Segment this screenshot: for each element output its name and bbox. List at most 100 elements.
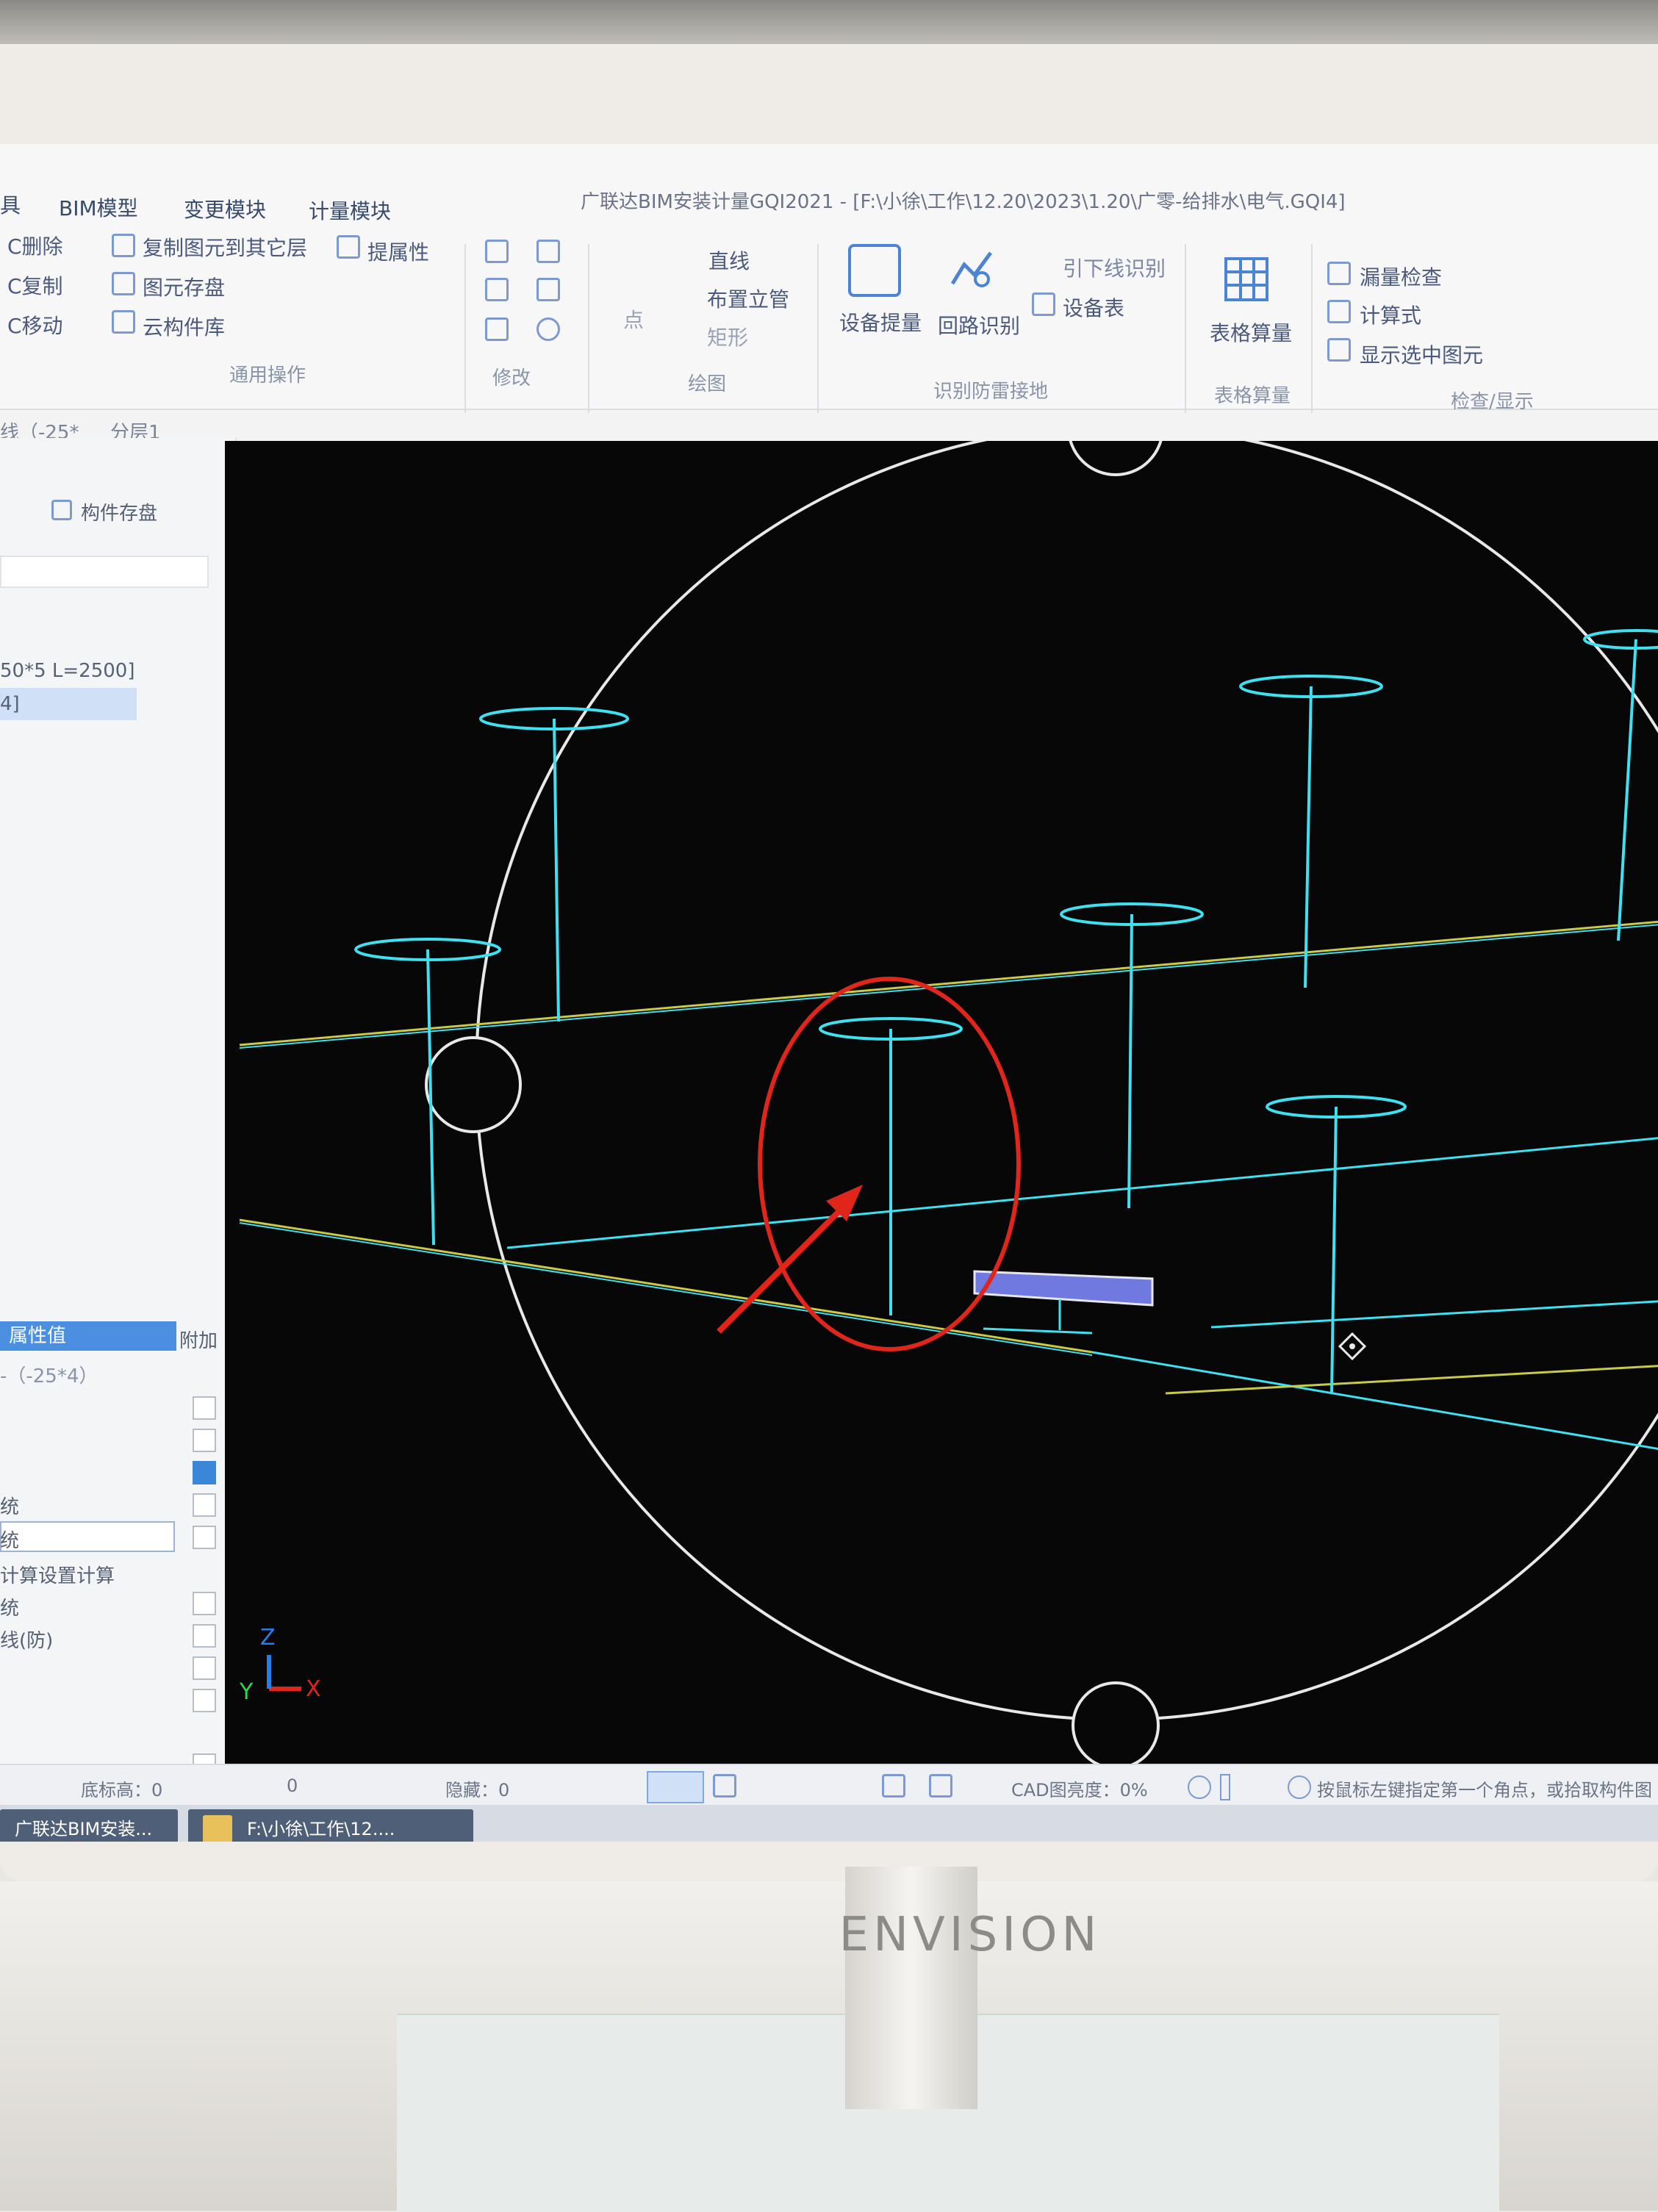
list-item[interactable]: 50*5 L=2500] [0,660,134,682]
zero-readout: 0 [287,1775,298,1796]
axis-y-label: Y [239,1679,254,1705]
element-save-button[interactable]: 图元存盘 [143,272,225,301]
cad-brightness: CAD图亮度：0% [1011,1780,1148,1800]
formula-button[interactable]: 计算式 [1360,300,1421,329]
orbit-circle [475,425,1658,1721]
tab-attribute-value[interactable]: 属性值 [0,1321,176,1351]
draw-line-button[interactable]: 直线 [708,245,750,275]
menu-measure-module[interactable]: 计量模块 [309,195,391,225]
circuit-identify-icon [950,247,997,294]
attr-row: 统 [0,1496,20,1518]
wire-line [239,1218,1093,1354]
tab-attribute-extra[interactable]: 附加 [179,1326,218,1353]
cloud-library-button[interactable]: 云构件库 [143,312,225,341]
lock-icon[interactable] [536,240,560,263]
move-cursor-icon [1338,1332,1367,1361]
extract-attr-button[interactable]: 提属性 [367,237,429,266]
copy-icon[interactable] [485,240,509,263]
checkbox[interactable] [193,1396,216,1420]
menu-bim-model[interactable]: BIM模型 [59,193,138,222]
orbit-handle-left [425,1036,522,1133]
status-bar: 底标高：0 0 隐藏：0 CAD图亮度：0% 按鼠标左键指定第一个角点，或拾取构… [0,1764,1658,1826]
circuit-identify-button[interactable]: 回路识别 [938,310,1020,340]
checkbox[interactable] [193,1493,216,1517]
screen: 广联达BIM安装计量GQI2021 - [F:\小徐\工作\12.20\2023… [0,144,1658,1842]
left-panel: 构件存盘 50*5 L=2500] 4] 属性值 附加 -（-25*4） 统 统… [0,438,237,1842]
lamp-pole [1127,913,1133,1209]
missing-check-icon [1327,262,1351,285]
missing-check-button[interactable]: 漏量检查 [1360,262,1442,291]
checkbox-checked[interactable] [193,1461,216,1484]
attr-edit-field[interactable] [0,1521,175,1552]
checkbox[interactable] [193,1624,216,1648]
draw-point-button[interactable]: 点 [623,304,644,334]
display-icon[interactable] [882,1774,905,1798]
model-canvas[interactable]: X Z Y [225,379,1658,1770]
target-icon [1288,1775,1311,1799]
group-label-common: 通用操作 [229,365,306,387]
folder-icon [203,1815,232,1842]
device-table-icon [1032,292,1055,316]
axis-z-label: Z [260,1625,276,1651]
ribbon-separator [817,244,819,413]
save-component-icon [51,500,72,520]
device-extract-icon [848,244,901,297]
group-label-draw: 绘图 [688,373,727,395]
distribution-box [973,1270,1154,1307]
cloud-icon [112,310,135,334]
component-save-button[interactable]: 构件存盘 [81,498,157,525]
layer-icon[interactable] [929,1774,952,1798]
copy-layer-icon [112,234,135,257]
extract-attr-icon [337,235,360,259]
list-item-selected[interactable]: 4] [0,688,137,720]
wire-line [506,1137,1658,1249]
table-calc-icon [1223,256,1270,303]
checkbox[interactable] [193,1592,216,1615]
checkbox[interactable] [193,1656,216,1680]
model-viewport[interactable]: X Z Y [225,379,1658,1770]
copy-button[interactable]: C复制 [7,270,63,300]
move-icon[interactable] [485,278,509,301]
base-height-readout: 底标高：0 [81,1780,163,1800]
wire-line [1165,1365,1658,1395]
snap-toggle[interactable] [647,1771,704,1803]
lamp [1583,629,1658,650]
show-selected-icon [1327,338,1351,362]
taskbar-app-glodon[interactable]: 广联达BIM安装... [0,1809,178,1842]
draw-rect-button[interactable]: 矩形 [707,322,748,351]
delete-button[interactable]: C删除 [7,231,63,260]
checkbox[interactable] [193,1429,216,1452]
window-title: 广联达BIM安装计量GQI2021 - [F:\小徐\工作\12.20\2023… [581,191,1346,213]
menu-change-module[interactable]: 变更模块 [184,194,266,223]
device-extract-button[interactable]: 设备提量 [839,307,922,337]
checkbox[interactable] [193,1526,216,1549]
wire-line [239,1222,1093,1356]
menu-tools[interactable]: 具 [0,190,21,219]
mirror-icon[interactable] [536,278,560,301]
trash-icon[interactable] [485,317,509,341]
downlead-identify-button[interactable]: 引下线识别 [1063,253,1166,282]
axis-x-label: X [306,1676,321,1702]
annotation-arrow [717,1193,858,1334]
move-button[interactable]: C移动 [7,310,63,340]
place-riser-button[interactable]: 布置立管 [707,284,789,313]
wire-line [1210,1300,1658,1329]
group-label-identify: 识别防雷接地 [933,381,1049,403]
checkbox[interactable] [193,1689,216,1712]
show-selected-button[interactable]: 显示选中图元 [1360,340,1483,369]
orbit-handle-bottom [1072,1681,1160,1770]
search-input[interactable] [0,556,209,588]
rotate-icon[interactable] [536,317,560,341]
ribbon-separator [1311,244,1313,413]
lamp-pole [1304,686,1313,988]
save-element-icon [112,272,135,295]
device-table-button[interactable]: 设备表 [1063,292,1124,322]
orbit-handle-top [1067,379,1164,476]
table-calc-button[interactable]: 表格算量 [1210,317,1292,347]
zoom-out-icon[interactable] [1188,1775,1211,1799]
ortho-icon[interactable] [713,1774,736,1798]
group-label-modify: 修改 [492,367,531,389]
hidden-count: 隐藏：0 [445,1780,510,1800]
brightness-slider[interactable] [1220,1774,1230,1800]
copy-to-layer-button[interactable]: 复制图元到其它层 [143,232,307,262]
